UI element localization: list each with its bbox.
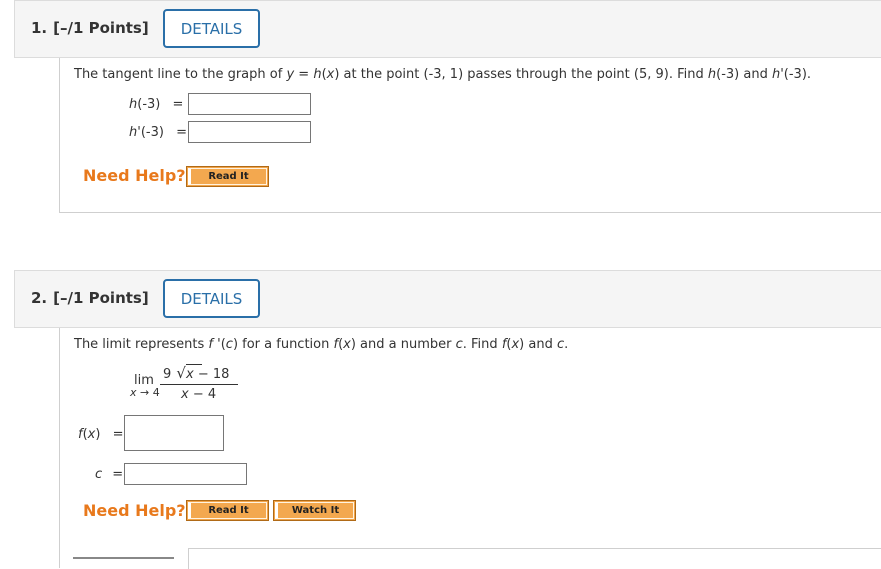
divider [73, 557, 174, 559]
limit-numerator: 9 √x − 18 [163, 364, 230, 382]
c-input[interactable] [124, 463, 247, 485]
limit-subscript: x → 4 [130, 386, 160, 399]
fraction-bar [160, 384, 238, 385]
watch-it-button[interactable]: Watch It [273, 500, 356, 521]
fx-input[interactable] [124, 415, 224, 451]
need-help-label: Need Help? [83, 501, 186, 520]
h-prime-input[interactable] [188, 121, 311, 143]
read-it-button[interactable]: Read It [186, 500, 269, 521]
read-it-button[interactable]: Read It [186, 166, 269, 187]
c-label: c = [95, 467, 124, 482]
h-value-label: h(-3) = [129, 97, 184, 112]
read-it-label: Read It [188, 502, 267, 519]
question-2-title: 2. [–/1 Points] [31, 289, 149, 307]
question-1-header: 1. [–/1 Points] DETAILS [14, 0, 881, 58]
h-prime-label: h'(-3) = [129, 125, 187, 140]
need-help-label: Need Help? [83, 166, 186, 185]
question-points: [–/1 Points] [53, 289, 149, 307]
question-number: 2. [31, 289, 48, 307]
question-2-header: 2. [–/1 Points] DETAILS [14, 270, 881, 328]
details-button[interactable]: DETAILS [163, 279, 260, 318]
details-button[interactable]: DETAILS [163, 9, 260, 48]
fx-label: f(x) = [78, 427, 124, 442]
question-2-text: The limit represents f '(c) for a functi… [74, 337, 569, 352]
question-points: [–/1 Points] [53, 19, 149, 37]
watch-it-label: Watch It [275, 502, 354, 519]
sqrt-bar [186, 364, 202, 365]
h-value-input[interactable] [188, 93, 311, 115]
read-it-label: Read It [188, 168, 267, 185]
question-1-text: The tangent line to the graph of y = h(x… [74, 67, 812, 82]
limit-denominator: x − 4 [181, 387, 217, 402]
question-1-title: 1. [–/1 Points] [31, 19, 149, 37]
next-panel-edge [188, 548, 881, 569]
question-number: 1. [31, 19, 48, 37]
sqrt-symbol: √ [176, 364, 186, 382]
